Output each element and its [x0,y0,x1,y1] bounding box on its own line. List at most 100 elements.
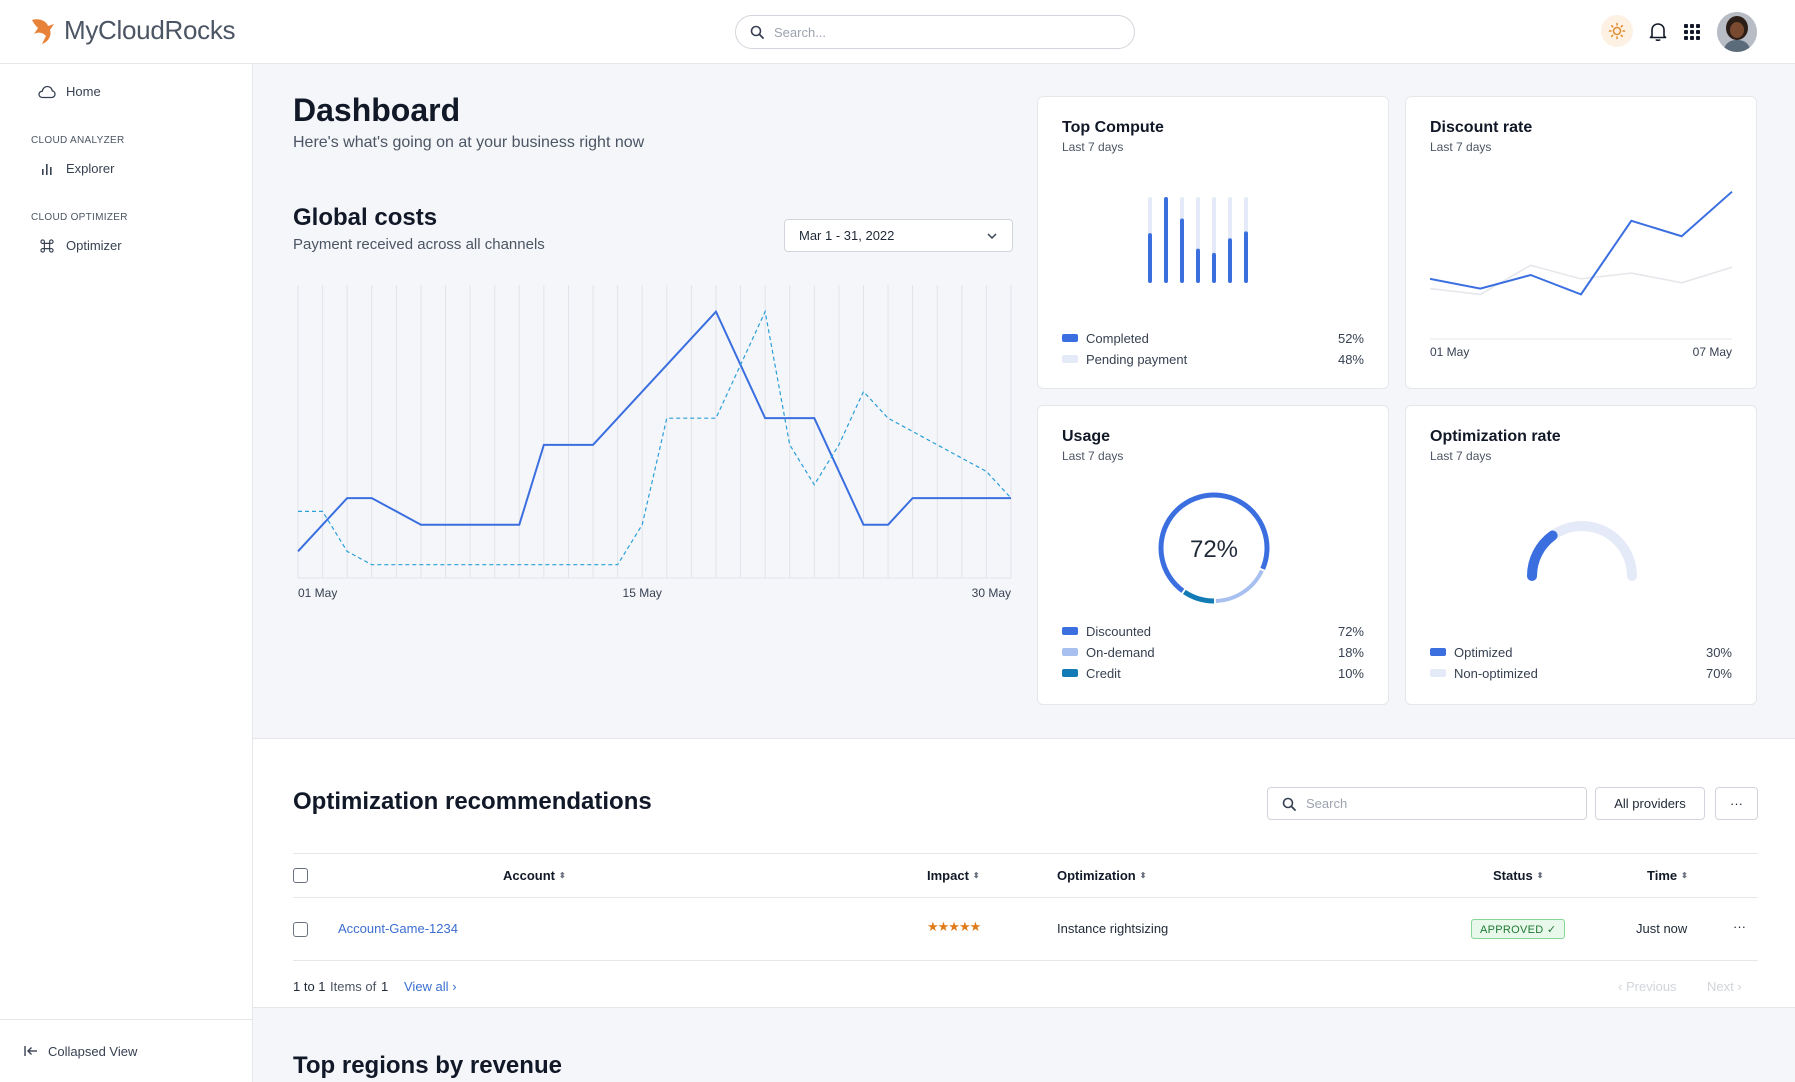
donut-center-label: 72% [1190,536,1238,563]
next-page-button[interactable]: Next › [1707,979,1742,994]
impact-stars: ★★★★★ [927,919,981,934]
table-row[interactable]: Account-Game-1234 ★★★★★ Instance rightsi… [293,898,1758,961]
bell-icon [1649,23,1667,42]
x-tick-label: 07 May [1693,345,1732,359]
next-label: Next [1707,979,1734,994]
date-range-select[interactable]: Mar 1 - 31, 2022 [784,219,1013,252]
gauge-fill [1527,530,1558,581]
column-label: Account [503,868,555,883]
page-title: Dashboard [293,92,461,128]
sidebar-item-label: Explorer [66,161,115,176]
legend-label: Pending payment [1086,351,1188,367]
sidebar: Home CLOUD ANALYZER Explorer CLOUD OPTIM… [0,64,253,1082]
more-options-button[interactable]: ··· [1715,787,1758,820]
card-period: Last 7 days [1430,140,1492,154]
card-title: Discount rate [1430,119,1533,136]
column-header-account[interactable]: Account ⬍ [503,868,566,883]
sidebar-item-optimizer[interactable]: Optimizer [38,238,122,253]
column-header-time[interactable]: Time ⬍ [1647,868,1688,883]
legend-label: Credit [1086,665,1121,681]
collapse-left-icon [24,1046,37,1056]
theme-toggle-button[interactable] [1601,15,1633,47]
donut-segment [1215,569,1264,603]
select-all-checkbox[interactable] [293,868,308,883]
column-label: Status [1493,868,1533,883]
legend-swatch [1062,627,1078,635]
column-label: Impact [927,868,969,883]
recommendations-section: Optimization recommendations All provide… [253,738,1795,1008]
pagination-items-label: Items of [330,979,377,994]
series-line-secondary [298,309,1012,566]
card-period: Last 7 days [1062,140,1124,154]
card-title: Optimization rate [1430,428,1561,445]
legend-swatch [1062,669,1078,677]
chevron-right-icon: › [452,979,457,994]
legend-swatch [1062,355,1078,363]
legend-value: 52% [1337,330,1364,346]
sort-icon: ⬍ [972,871,980,880]
usage-donut-chart: 72% [1158,492,1270,604]
sidebar-item-explorer[interactable]: Explorer [38,161,114,176]
discount-rate-chart: 01 May 07 May [1430,190,1733,359]
search-icon [750,25,764,39]
column-header-optimization[interactable]: Optimization ⬍ [1057,868,1146,883]
avatar[interactable] [1717,12,1757,52]
legend-label: Completed [1086,330,1149,346]
donut-segment [1182,589,1215,604]
table-header: Account ⬍ Impact ⬍ Optimization ⬍ Status ⬍ T… [293,853,1758,898]
chevron-left-icon: ‹ [1618,979,1623,994]
sun-icon [1608,22,1626,40]
optimization-value: Instance rightsizing [1057,921,1169,936]
top-compute-chart [1148,197,1248,283]
sort-icon: ⬍ [1139,871,1147,880]
gauge-track [1527,521,1637,581]
account-link[interactable]: Account-Game-1234 [338,921,458,936]
legend-swatch [1062,334,1078,342]
collapsed-view-label: Collapsed View [48,1043,138,1059]
optimization-rate-card: Optimization rate Last 7 days Optimized … [1405,405,1757,705]
legend-value: 72% [1337,623,1364,639]
legend-item: Completed 52% [1062,330,1364,346]
view-all-link[interactable]: View all › [404,979,457,994]
recommendations-search-input[interactable] [1306,796,1566,811]
search-input[interactable] [774,24,1094,40]
legend-item: Discounted 72% [1062,623,1364,639]
column-label: Optimization [1057,868,1136,883]
top-compute-card: Top Compute Last 7 days Completed 52% Pe… [1037,96,1389,389]
brand[interactable]: MyCloudRocks [28,14,236,46]
top-bar: MyCloudRocks [0,0,1795,64]
legend-value: 48% [1337,351,1364,367]
legend-label: On-demand [1086,644,1155,660]
card-title: Usage [1062,428,1111,445]
sort-icon: ⬍ [1536,871,1544,880]
recommendations-search[interactable] [1267,787,1587,820]
all-providers-button[interactable]: All providers [1595,787,1705,820]
x-tick-label: 01 May [1430,345,1469,359]
discount-rate-card: Discount rate Last 7 days 01 May 07 May [1405,96,1757,389]
legend-swatch [1430,669,1446,677]
view-all-label: View all [404,979,449,994]
collapsed-view-button[interactable]: Collapsed View [0,1019,252,1082]
legend-label: Optimized [1454,644,1513,660]
sort-icon: ⬍ [1681,871,1688,880]
series-line-secondary [1430,264,1733,296]
card-period: Last 7 days [1062,449,1124,463]
sidebar-item-home[interactable]: Home [38,84,101,99]
usage-card: Usage Last 7 days 72% Discounted 72% On-… [1037,405,1389,705]
legend-label: Non-optimized [1454,665,1538,681]
legend-value: 10% [1337,665,1364,681]
pagination-range: 1 to 1 [293,979,326,994]
sort-icon: ⬍ [559,871,566,880]
column-header-impact[interactable]: Impact ⬍ [927,868,980,883]
notifications-button[interactable] [1646,20,1670,44]
global-search[interactable] [735,15,1135,49]
apps-button[interactable] [1680,20,1704,44]
row-more-button[interactable]: ··· [1733,919,1746,934]
legend-item: Credit 10% [1062,665,1364,681]
previous-page-button[interactable]: ‹ Previous [1618,979,1677,994]
chevron-down-icon [987,232,997,239]
column-header-status[interactable]: Status ⬍ [1493,868,1543,883]
row-checkbox[interactable] [293,922,308,937]
brand-name: MyCloudRocks [64,14,236,45]
chevron-right-icon: › [1737,979,1742,994]
